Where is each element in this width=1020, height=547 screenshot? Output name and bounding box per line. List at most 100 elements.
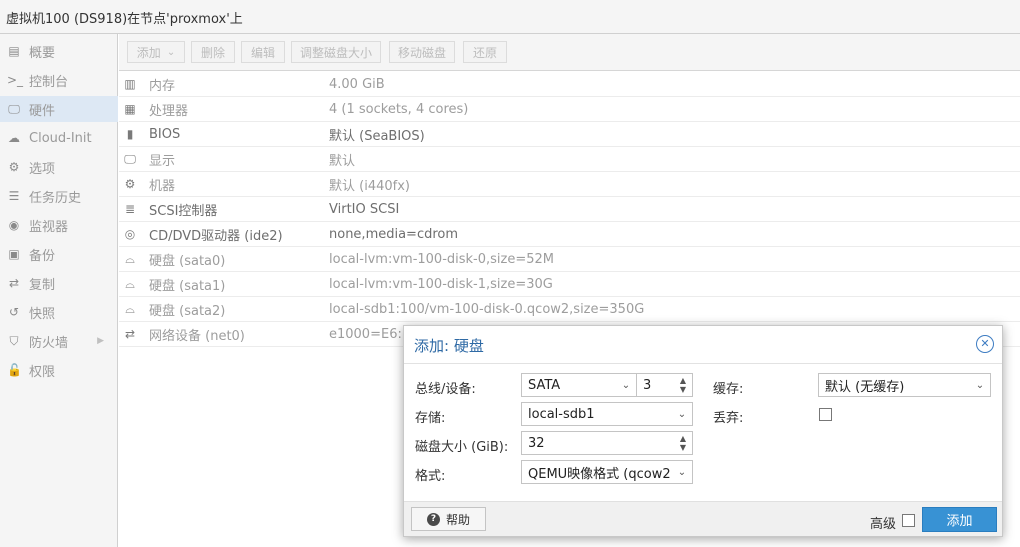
chevron-down-icon: ⌄ (166, 46, 176, 58)
disk-size-label: 磁盘大小 (GiB): (415, 440, 509, 455)
sidebar-item-label: 硬件 (29, 103, 56, 119)
desktop-icon: 🖵 (8, 101, 20, 116)
add-disk-button[interactable]: 添加 (922, 507, 997, 532)
advanced-checkbox[interactable] (902, 514, 915, 527)
sidebar-item[interactable]: 🖵 硬件 (0, 96, 118, 122)
storage-select[interactable]: local-sdb1 ⌄ (521, 402, 693, 426)
spin-down-icon[interactable]: ▼ (680, 385, 686, 394)
hardware-row-name: 内存 (149, 78, 176, 94)
hardware-row-name: CD/DVD驱动器 (ide2) (149, 228, 283, 244)
unlock-icon: 🔓 (7, 363, 22, 377)
spinner-arrows-icon[interactable]: ▲ ▼ (676, 375, 690, 395)
sidebar-item-label: 防火墙 (29, 335, 69, 351)
discard-label: 丢弃: (713, 411, 744, 426)
hardware-row-value: 默认 (329, 153, 356, 169)
hardware-row[interactable]: ⌓ 硬盘 (sata0) local-lvm:vm-100-disk-0,size=… (119, 247, 1020, 272)
add-button-label: 添加 (136, 45, 161, 60)
memory-icon: ▥ (124, 77, 136, 91)
hardware-row-value: 4.00 GiB (329, 76, 385, 92)
help-button[interactable]: ? 帮助 (411, 507, 486, 531)
sidebar-item[interactable]: ⇄ 复制 (0, 270, 118, 296)
sidebar-item-label: 备份 (29, 248, 56, 264)
sidebar-item[interactable]: ⛉ 防火墙 ▶ (0, 328, 118, 354)
sidebar-item[interactable]: ◉ 监视器 (0, 212, 118, 238)
format-label: 格式: (415, 469, 446, 484)
hardware-row-value: VirtIO SCSI (329, 201, 400, 217)
hardware-row-name: 网络设备 (net0) (149, 328, 245, 344)
storage-select-value: local-sdb1 (528, 406, 595, 422)
toolbar: 添加 ⌄ 删除 编辑 调整磁盘大小 移动磁盘 还原 (119, 34, 1020, 71)
resize-disk-button[interactable]: 调整磁盘大小 (291, 41, 381, 63)
chevron-down-icon[interactable]: ⌄ (616, 374, 636, 396)
sidebar-item-label: 选项 (29, 161, 56, 177)
spin-down-icon[interactable]: ▼ (680, 443, 686, 452)
sidebar-item[interactable]: 🔓 权限 (0, 357, 118, 383)
hardware-row[interactable]: ⌓ 硬盘 (sata2) local-sdb1:100/vm-100-disk-0.… (119, 297, 1020, 322)
format-select[interactable]: QEMU映像格式 (qcow2 ⌄ (521, 460, 693, 484)
hardware-row[interactable]: ▥ 内存 4.00 GiB (119, 72, 1020, 97)
sidebar-item[interactable]: ↺ 快照 (0, 299, 118, 325)
device-number-spinner[interactable]: 3 ▲ ▼ (636, 373, 693, 397)
hardware-row[interactable]: ▮ BIOS 默认 (SeaBIOS) (119, 122, 1020, 147)
sidebar-item[interactable]: >_ 控制台 (0, 67, 118, 93)
remove-button[interactable]: 删除 (191, 41, 235, 63)
title-bar: 虚拟机100 (DS918)在节点'proxmox'上 (0, 0, 1020, 34)
book-icon: ▤ (8, 44, 20, 58)
chevron-down-icon[interactable]: ⌄ (970, 374, 990, 396)
hardware-row[interactable]: 🖵 显示 默认 (119, 147, 1020, 172)
sidebar-item[interactable]: ☰ 任务历史 (0, 183, 118, 209)
disk-size-spinner[interactable]: 32 ▲ ▼ (521, 431, 693, 455)
sidebar-item[interactable]: ▣ 备份 (0, 241, 118, 267)
hardware-row-value: 默认 (SeaBIOS) (329, 128, 425, 144)
sidebar-item-label: 复制 (29, 277, 56, 293)
hardware-row[interactable]: ⚙ 机器 默认 (i440fx) (119, 172, 1020, 197)
history-icon: ↺ (8, 305, 20, 319)
hardware-row-name: BIOS (149, 126, 181, 142)
resize-disk-button-label: 调整磁盘大小 (299, 45, 372, 60)
hardware-row[interactable]: ◎ CD/DVD驱动器 (ide2) none,media=cdrom (119, 222, 1020, 247)
sidebar-item-label: 控制台 (29, 74, 69, 90)
sidebar-item-label: 概要 (29, 45, 56, 61)
hardware-row-value: 默认 (i440fx) (329, 178, 410, 194)
hardware-row[interactable]: ▦ 处理器 4 (1 sockets, 4 cores) (119, 97, 1020, 122)
cpu-icon: ▦ (124, 102, 136, 116)
sidebar-item[interactable]: ☁ Cloud-Init (0, 125, 118, 151)
sidebar-item-label: 权限 (29, 364, 56, 380)
edit-button[interactable]: 编辑 (241, 41, 285, 63)
cogs-icon: ⚙ (124, 177, 136, 191)
list-icon: ☰ (8, 189, 20, 203)
display-icon: 🖵 (124, 151, 136, 166)
revert-button[interactable]: 还原 (463, 41, 507, 63)
sidebar-item[interactable]: ⚙ 选项 (0, 154, 118, 180)
chevron-down-icon[interactable]: ⌄ (672, 403, 692, 425)
move-disk-button[interactable]: 移动磁盘 (389, 41, 455, 63)
remove-button-label: 删除 (200, 45, 225, 60)
close-icon[interactable]: ✕ (976, 335, 994, 353)
hardware-row[interactable]: ≣ SCSI控制器 VirtIO SCSI (119, 197, 1020, 222)
hardware-row-value: local-sdb1:100/vm-100-disk-0.qcow2,size=… (329, 301, 645, 317)
add-button[interactable]: 添加 ⌄ (127, 41, 185, 63)
bus-select-value: SATA (528, 377, 561, 393)
spinner-arrows-icon[interactable]: ▲ ▼ (676, 433, 690, 453)
help-button-label: 帮助 (445, 512, 470, 527)
sidebar-item-label: Cloud-Init (29, 130, 92, 146)
spin-up-icon[interactable]: ▲ (680, 434, 686, 443)
revert-button-label: 还原 (472, 45, 497, 60)
eye-icon: ◉ (8, 218, 20, 232)
cache-select[interactable]: 默认 (无缓存) ⌄ (818, 373, 991, 397)
chevron-down-icon[interactable]: ⌄ (672, 461, 692, 483)
hardware-row[interactable]: ⌓ 硬盘 (sata1) local-lvm:vm-100-disk-1,size=… (119, 272, 1020, 297)
sidebar-item-label: 快照 (29, 306, 56, 322)
window-title: 虚拟机100 (DS918)在节点'proxmox'上 (6, 12, 243, 27)
sidebar-item[interactable]: ▤ 概要 (0, 38, 118, 64)
bus-select[interactable]: SATA ⌄ (521, 373, 637, 397)
sidebar-item-label: 任务历史 (29, 190, 82, 206)
cloud-icon: ☁ (8, 131, 20, 145)
discard-checkbox[interactable] (819, 408, 832, 421)
spin-up-icon[interactable]: ▲ (680, 376, 686, 385)
shield-icon: ⛉ (9, 333, 19, 348)
floppy-icon: ▣ (8, 247, 20, 261)
sidebar: ▤ 概要 >_ 控制台 🖵 硬件 ☁ Cloud-Init ⚙ 选项 ☰ 任务历史 ◉ 监视器 ▣ 备份 ⇄ 复制… (0, 34, 118, 547)
edit-button-label: 编辑 (250, 45, 275, 60)
hardware-row-name: 机器 (149, 178, 176, 194)
